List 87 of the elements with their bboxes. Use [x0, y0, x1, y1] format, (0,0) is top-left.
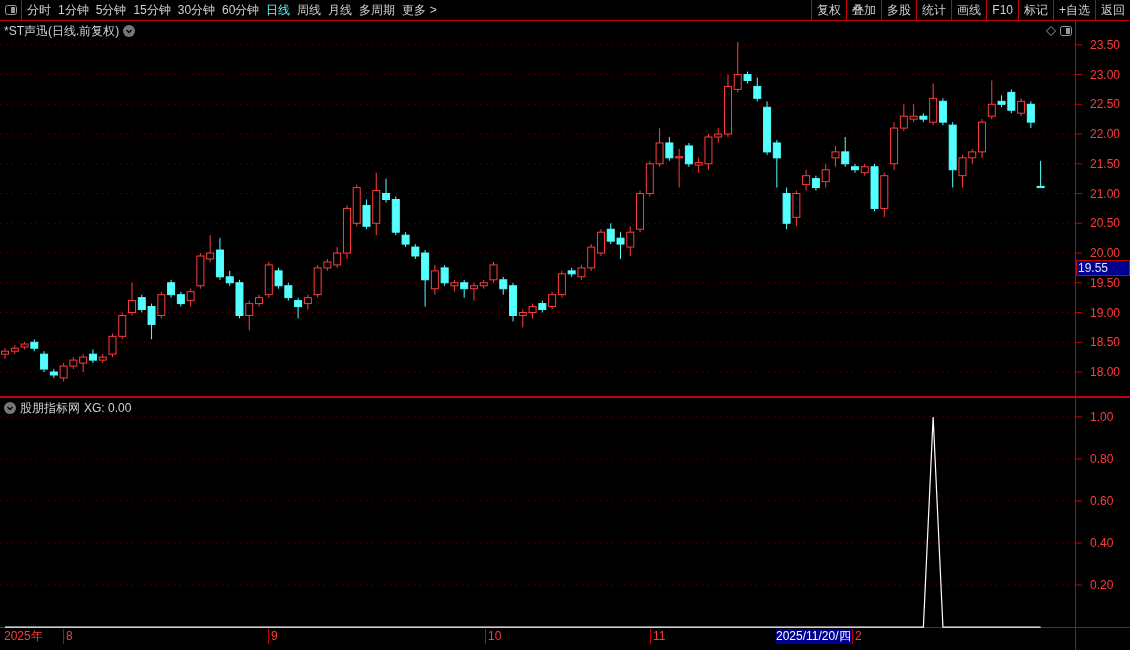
indicator-axis-label: 0.60 — [1090, 493, 1114, 508]
candlestick — [430, 264, 439, 296]
chart-title: *ST声迅(日线.前复权) — [4, 22, 120, 40]
period-tab[interactable]: 60分钟 — [222, 1, 260, 19]
indicator-axis-label: 0.20 — [1090, 578, 1114, 592]
candlestick — [596, 228, 605, 257]
dropdown-icon[interactable] — [4, 402, 16, 414]
candlestick — [342, 204, 351, 260]
toolbar-button[interactable]: +自选 — [1053, 0, 1095, 20]
candlestick — [841, 136, 850, 168]
price-axis-label: 22.00 — [1090, 127, 1121, 142]
candlestick — [469, 282, 478, 302]
candlestick — [382, 178, 391, 203]
date-axis-label: 8 — [63, 629, 73, 644]
candlestick — [978, 118, 986, 159]
candlestick — [1026, 100, 1035, 129]
toolbar-button[interactable]: F10 — [986, 0, 1018, 20]
candlestick — [167, 279, 176, 299]
panel-toggle-icon[interactable] — [1060, 25, 1072, 36]
candlestick — [557, 270, 566, 299]
candlestick — [723, 74, 732, 138]
panel-toggle-icon[interactable] — [4, 5, 17, 15]
price-axis-label: 21.00 — [1090, 186, 1121, 201]
toolbar-button[interactable]: 标记 — [1018, 0, 1053, 20]
date-axis-label: 9 — [268, 629, 278, 644]
cursor-date-label: 2025/11/20/四 — [776, 629, 851, 644]
date-axis-label: 10 — [485, 629, 502, 644]
candlestick — [890, 121, 899, 171]
candlestick — [303, 294, 312, 311]
period-tab[interactable]: 1分钟 — [58, 1, 89, 19]
candlestick — [49, 368, 58, 379]
candlestick — [509, 282, 518, 322]
period-tab[interactable]: 30分钟 — [177, 1, 216, 19]
period-tab[interactable]: 15分钟 — [133, 1, 171, 19]
date-axis-label: 11 — [650, 629, 666, 644]
indicator-reading: XG: 0.00 — [84, 400, 132, 417]
period-tab[interactable]: 5分钟 — [95, 1, 127, 19]
candlestick — [636, 190, 645, 233]
candlestick — [802, 169, 811, 192]
price-axis-label: 19.50 — [1090, 275, 1121, 290]
price-axis-label: 23.50 — [1090, 37, 1121, 52]
date-axis-label: 2025年 — [4, 629, 43, 644]
candlestick — [548, 291, 557, 311]
indicator-name: 股朋指标网 — [20, 400, 80, 417]
candlestick — [684, 142, 693, 168]
candlestick — [850, 163, 859, 174]
candlestick — [938, 97, 947, 126]
price-axis-label: 23.00 — [1090, 67, 1121, 82]
price-axis-label: 20.50 — [1090, 216, 1121, 231]
candlestick — [1017, 97, 1026, 117]
period-tab[interactable]: 分时 — [27, 1, 51, 19]
toolbar-button[interactable]: 叠加 — [846, 0, 882, 20]
period-tab[interactable]: 更多 > — [402, 1, 437, 19]
toolbar-button[interactable]: 多股 — [881, 0, 917, 20]
price-axis-label: 18.00 — [1090, 365, 1121, 379]
price-tag: 19.55 — [1076, 259, 1130, 276]
period-tab[interactable]: 日线 — [266, 1, 291, 19]
candlestick — [372, 172, 381, 236]
indicator-axis-label: 1.00 — [1090, 409, 1114, 424]
price-axis-label: 18.50 — [1090, 335, 1121, 350]
indicator-axis-label: 0.40 — [1090, 536, 1114, 550]
price-axis-label: 21.50 — [1090, 156, 1121, 171]
price-axis-label: 20.00 — [1090, 246, 1121, 261]
candlestick — [255, 294, 264, 308]
candlestick — [294, 297, 303, 319]
candlestick — [176, 291, 185, 308]
candlestick — [88, 348, 97, 364]
period-tab[interactable]: 月线 — [328, 1, 353, 19]
candlestick — [128, 282, 137, 316]
candlestick — [40, 350, 49, 373]
toolbar-button[interactable]: 返回 — [1095, 0, 1130, 20]
dropdown-icon[interactable] — [123, 24, 136, 37]
candlestick — [811, 175, 820, 192]
toolbar-button[interactable]: 统计 — [916, 0, 952, 20]
date-axis-label: 2 — [852, 629, 862, 644]
toolbar-button[interactable]: 画线 — [951, 0, 987, 20]
candlestick — [421, 249, 430, 308]
indicator-axis-label: 0.80 — [1090, 451, 1114, 466]
diamond-icon[interactable] — [1046, 25, 1056, 36]
period-tab[interactable]: 多周期 — [359, 1, 396, 19]
candlestick — [675, 148, 684, 189]
candlestick — [215, 237, 224, 281]
price-axis-label: 22.50 — [1090, 97, 1121, 112]
price-axis-label: 19.00 — [1090, 305, 1121, 320]
candlestick — [763, 100, 772, 156]
period-tab[interactable]: 周线 — [297, 1, 322, 19]
toolbar-button[interactable]: 复权 — [811, 0, 847, 20]
